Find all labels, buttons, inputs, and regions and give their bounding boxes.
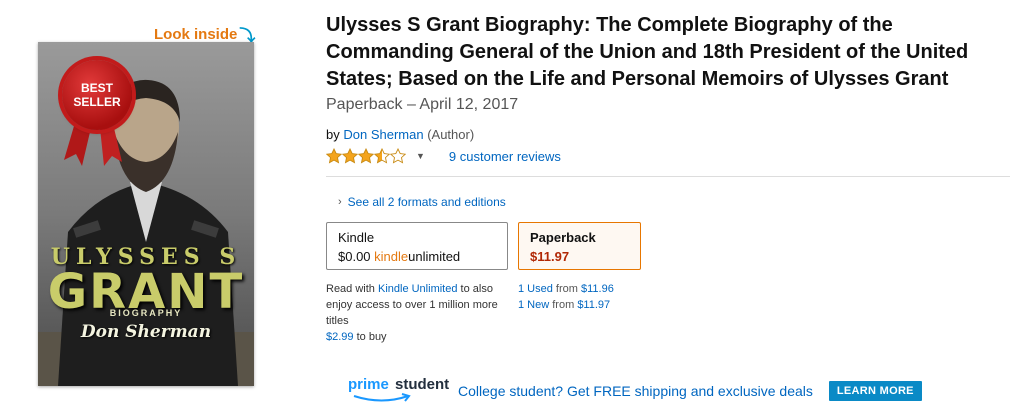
kindle-price: $0.00 [338,249,371,264]
chevron-down-icon[interactable]: ▼ [416,151,425,161]
learn-more-button[interactable]: LEARN MORE [828,381,922,401]
prime-logo-prime: prime [348,376,389,393]
kindle-unlimited-logo-kindle: kindle [374,249,409,264]
format-option-paperback[interactable]: Paperback $11.97 [518,222,641,270]
cover-author: Don Sherman [80,322,212,342]
prime-student-logo: prime student [348,376,449,406]
star-icon [342,148,358,164]
other-offers: 1 Used from $11.96 1 New from $11.97 [518,281,614,313]
chevron-right-icon: › [338,196,342,208]
best-seller-badge: BEST SELLER [62,60,132,130]
new-offers-link[interactable]: 1 New [518,299,549,311]
see-all-formats-link[interactable]: See all 2 formats and editions [348,195,506,209]
badge-line-2: SELLER [73,95,121,109]
cover-subtitle: BIOGRAPHY [109,308,183,318]
new-price-link[interactable]: $11.97 [577,299,610,311]
used-offers-link[interactable]: 1 Used [518,283,553,295]
kindle-unlimited-note: Read with Kindle Unlimited to also enjoy… [326,281,512,345]
star-icon [326,148,342,164]
prime-student-message[interactable]: College student? Get FREE shipping and e… [458,383,813,399]
star-icon [390,148,406,164]
star-rating[interactable] [326,148,406,164]
kindle-unlimited-link[interactable]: Kindle Unlimited [378,283,457,295]
by-prefix: by [326,127,340,142]
paperback-price: $11.97 [530,249,570,264]
new-offer: 1 New from $11.97 [518,297,614,313]
star-icon [358,148,374,164]
byline: by Don Sherman (Author) [326,127,474,142]
badge-line-1: BEST [80,81,113,95]
ku-to-buy: to buy [356,331,387,343]
see-all-formats[interactable]: › See all 2 formats and editions [338,195,506,209]
star-icon [374,148,390,164]
product-title: Ulysses S Grant Biography: The Complete … [326,14,969,90]
author-role: (Author) [427,127,475,142]
divider [326,176,1010,177]
book-cover-image[interactable]: BEST SELLER ULYSSES S GRANT BIOGRAPHY Do… [38,42,254,386]
format-option-kindle[interactable]: Kindle $0.00 kindleunlimited [326,222,508,270]
used-price-link[interactable]: $11.96 [581,283,614,295]
new-from: from [552,299,575,311]
author-link[interactable]: Don Sherman [343,127,423,142]
format-name: Paperback [530,230,596,245]
format-price: $0.00 kindleunlimited [338,249,507,264]
look-inside-label: Look inside [154,25,238,43]
rating-row: ▼ 9 customer reviews [326,148,561,164]
used-from: from [555,283,578,295]
kindle-buy-price[interactable]: $2.99 [326,331,354,343]
customer-reviews-link[interactable]: 9 customer reviews [449,149,561,164]
used-offer: 1 Used from $11.96 [518,281,614,297]
ku-read-with: Read with [326,283,375,295]
prime-student-banner: prime student College student? Get FREE … [348,376,922,406]
smile-arrow-icon [353,393,411,402]
prime-logo-student: student [395,376,450,393]
format-name: Kindle [338,230,375,245]
kindle-unlimited-logo-unlimited: unlimited [408,249,461,264]
format-and-date: Paperback – April 12, 2017 [326,96,519,113]
